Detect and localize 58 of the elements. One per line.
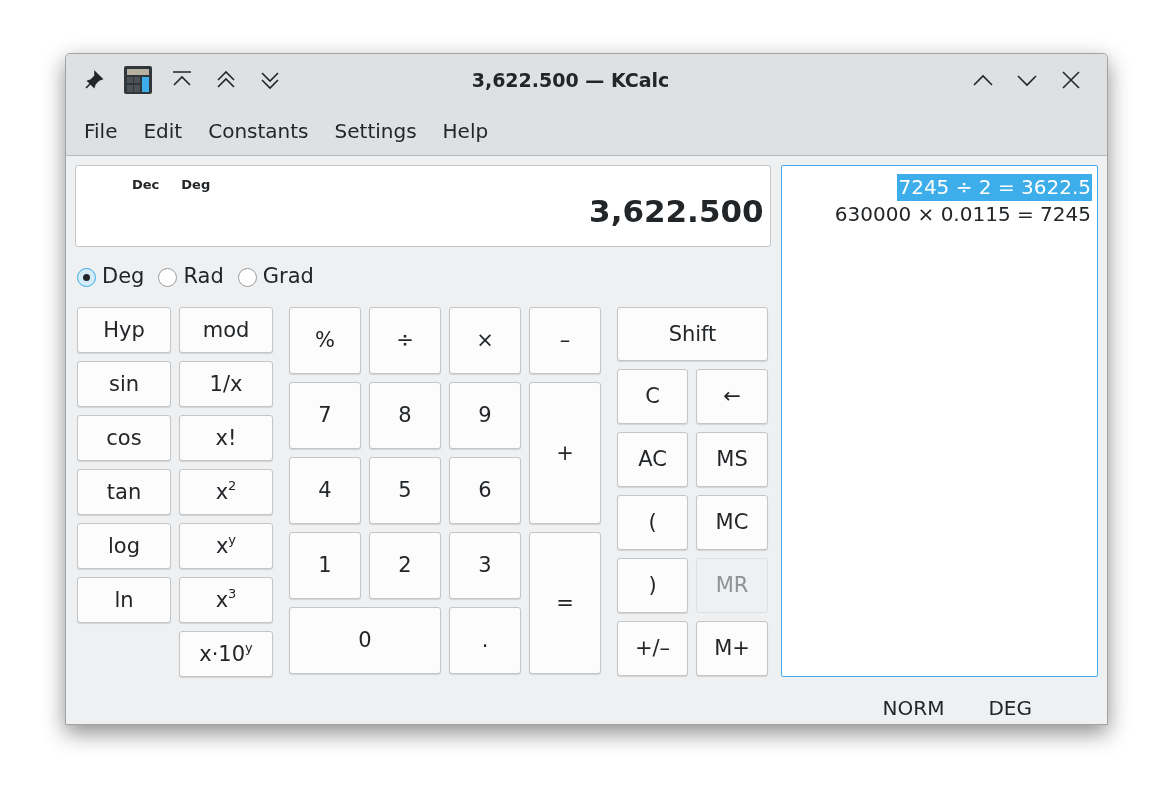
- calculator-key[interactable]: tan: [77, 469, 171, 515]
- menu-item[interactable]: Constants: [195, 115, 322, 146]
- calculator-key[interactable]: 9: [449, 382, 521, 449]
- calculator-key[interactable]: .: [449, 607, 521, 674]
- menu-item[interactable]: Help: [429, 115, 502, 146]
- window-title: 3,622.500 — KCalc: [470, 67, 671, 93]
- calculator-key[interactable]: x!: [179, 415, 273, 461]
- calculator-key[interactable]: 1: [289, 532, 361, 599]
- mode-indicator: Deg: [181, 177, 211, 192]
- calculator-key[interactable]: Hyp: [77, 307, 171, 353]
- calculator-key[interactable]: ←: [696, 369, 768, 424]
- calculator-key[interactable]: M+: [696, 621, 768, 676]
- status-indicator: DEG: [988, 695, 1032, 722]
- calculator-key[interactable]: C: [617, 369, 688, 424]
- history-entry[interactable]: 630000 × 0.0115 = 7245: [833, 201, 1092, 228]
- calculator-key[interactable]: x·10$^{y}$: [179, 631, 273, 677]
- calculator-key[interactable]: Shift: [617, 307, 768, 361]
- calculator-key[interactable]: ): [617, 558, 688, 613]
- result-value: 3,622.500: [589, 192, 764, 231]
- calculator-key[interactable]: log: [77, 523, 171, 569]
- calculator-key[interactable]: mod: [179, 307, 273, 353]
- radio-button[interactable]: [77, 267, 96, 287]
- calculator-key[interactable]: 3: [449, 532, 521, 599]
- angle-mode-option[interactable]: Rad: [158, 261, 224, 293]
- calculator-key[interactable]: ln: [77, 577, 171, 623]
- radio-button[interactable]: [237, 267, 257, 287]
- menu-item[interactable]: File: [71, 115, 131, 146]
- angle-mode-option[interactable]: Deg: [77, 261, 145, 293]
- calculator-key[interactable]: –: [529, 307, 601, 374]
- calculator-key[interactable]: 2: [369, 532, 441, 599]
- mode-indicator: Dec: [132, 177, 160, 192]
- calculator-key[interactable]: (: [617, 495, 688, 550]
- calculator-key[interactable]: 4: [289, 457, 361, 524]
- calculator-key[interactable]: =: [529, 532, 601, 674]
- calculator-key[interactable]: x$^{y}$: [179, 523, 273, 569]
- calculator-key[interactable]: cos: [77, 415, 171, 461]
- calculator-key[interactable]: 7: [289, 382, 361, 449]
- calculator-key[interactable]: 1/x: [179, 361, 273, 407]
- calculator-key[interactable]: 5: [369, 457, 441, 524]
- calculator-key[interactable]: MS: [696, 432, 768, 487]
- calculator-key[interactable]: x$^{3}$: [179, 577, 273, 623]
- calculator-key[interactable]: ÷: [369, 307, 441, 374]
- calculator-key[interactable]: MC: [696, 495, 768, 550]
- radio-button[interactable]: [158, 267, 178, 287]
- status-indicator: NORM: [882, 695, 945, 722]
- menu-item[interactable]: Edit: [130, 115, 196, 146]
- calculator-key[interactable]: AC: [617, 432, 688, 487]
- calculator-key[interactable]: 8: [369, 382, 441, 449]
- calculator-key[interactable]: +/–: [617, 621, 688, 676]
- calculator-key[interactable]: 0: [289, 607, 441, 674]
- menu-item[interactable]: Settings: [321, 115, 430, 146]
- calculator-key[interactable]: %: [289, 307, 361, 374]
- angle-mode-option[interactable]: Grad: [237, 261, 314, 293]
- calculator-key[interactable]: ×: [449, 307, 521, 374]
- calculator-key[interactable]: x$^{2}$: [179, 469, 273, 515]
- calculator-key[interactable]: sin: [77, 361, 171, 407]
- calculator-key[interactable]: 6: [449, 457, 521, 524]
- calculator-key[interactable]: +: [529, 382, 601, 524]
